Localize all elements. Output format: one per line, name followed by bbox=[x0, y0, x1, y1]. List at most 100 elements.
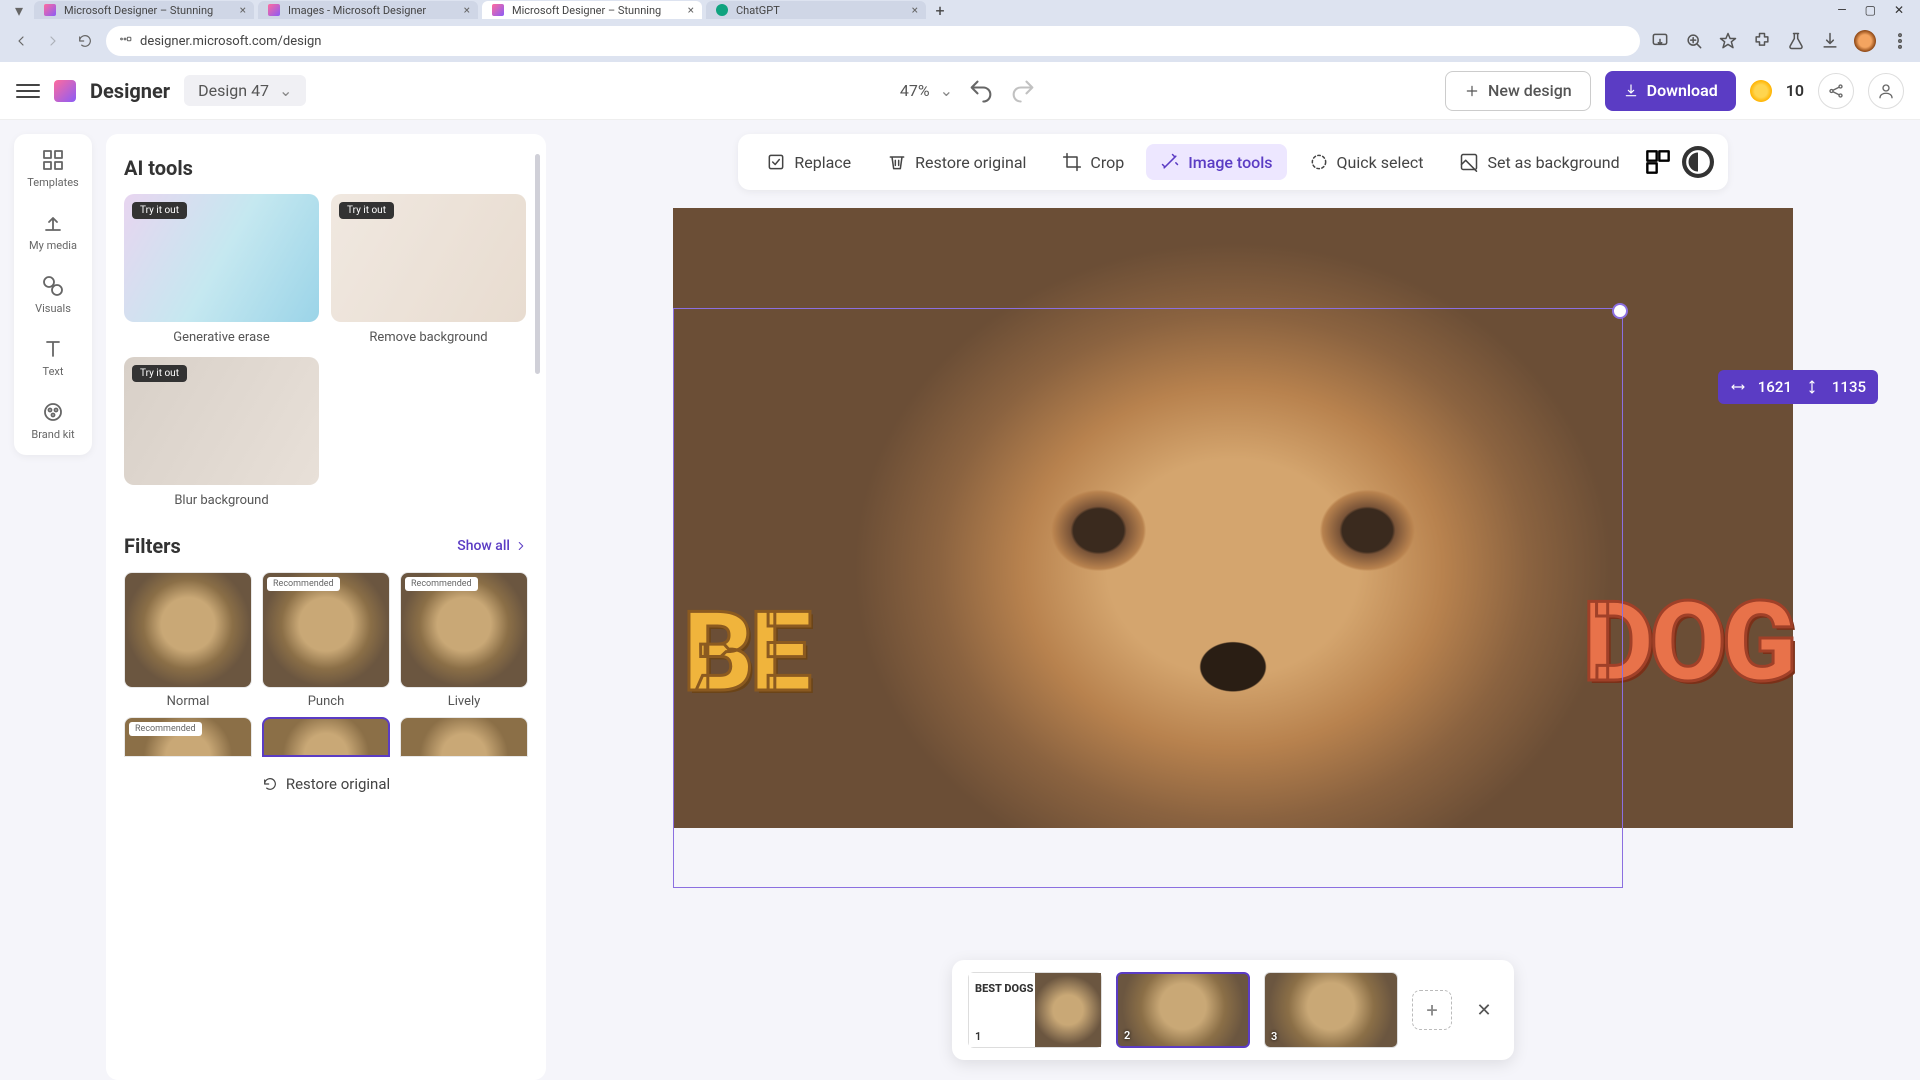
set-background-button[interactable]: Set as background bbox=[1445, 144, 1633, 180]
filter-option[interactable] bbox=[400, 717, 528, 757]
filter-option-selected[interactable] bbox=[262, 717, 390, 757]
reload-icon[interactable] bbox=[74, 30, 96, 52]
rail-text[interactable]: Text bbox=[41, 337, 65, 378]
dimensions-badge: 1621 1135 bbox=[1718, 370, 1878, 404]
new-design-label: New design bbox=[1488, 81, 1572, 100]
tab-dropdown-icon[interactable]: ▾ bbox=[8, 0, 30, 21]
rail-my-media[interactable]: My media bbox=[29, 211, 77, 252]
selection-box[interactable] bbox=[673, 308, 1623, 888]
close-icon[interactable]: × bbox=[240, 3, 246, 17]
profile-avatar-icon[interactable] bbox=[1854, 30, 1876, 52]
design-canvas[interactable]: BE DOG 1621 1135 bbox=[673, 208, 1793, 828]
zoom-icon[interactable] bbox=[1684, 31, 1704, 51]
image-tools-button[interactable]: Image tools bbox=[1146, 144, 1286, 180]
install-icon[interactable] bbox=[1650, 31, 1670, 51]
templates-icon bbox=[41, 148, 65, 172]
quick-select-button[interactable]: Quick select bbox=[1295, 144, 1438, 180]
maximize-icon[interactable]: ▢ bbox=[1865, 3, 1876, 17]
filter-punch[interactable]: RecommendedPunch bbox=[262, 572, 390, 709]
close-icon[interactable]: × bbox=[464, 3, 470, 17]
canvas-area: Replace Restore original Crop Image tool… bbox=[546, 120, 1920, 1080]
site-info-icon[interactable] bbox=[118, 32, 132, 50]
designer-logo-icon bbox=[54, 80, 76, 102]
filter-lively[interactable]: RecommendedLively bbox=[400, 572, 528, 709]
contrast-icon[interactable] bbox=[1682, 146, 1714, 178]
favicon-icon bbox=[716, 4, 728, 16]
browser-tab-1[interactable]: Microsoft Designer – Stunning × bbox=[34, 1, 254, 19]
main-area: Templates My media Visuals Text Brand ki… bbox=[0, 120, 1920, 1080]
browser-tab-3-active[interactable]: Microsoft Designer – Stunning × bbox=[482, 1, 702, 19]
browser-toolbar: designer.microsoft.com/design bbox=[0, 20, 1920, 62]
tool-blur-background[interactable]: Try it out Blur background bbox=[124, 357, 319, 508]
chevron-down-icon: ⌄ bbox=[279, 81, 292, 100]
bookmark-icon[interactable] bbox=[1718, 31, 1738, 51]
download-label: Download bbox=[1647, 81, 1718, 100]
replace-button[interactable]: Replace bbox=[752, 144, 865, 180]
crop-icon bbox=[1062, 152, 1082, 172]
background-icon bbox=[1459, 152, 1479, 172]
page-thumb-2-active[interactable]: 2 bbox=[1116, 972, 1250, 1048]
forward-icon[interactable] bbox=[42, 30, 64, 52]
crop-button[interactable]: Crop bbox=[1048, 144, 1138, 180]
context-toolbar: Replace Restore original Crop Image tool… bbox=[738, 134, 1727, 190]
restore-original-button[interactable]: Restore original bbox=[873, 144, 1040, 180]
filter-thumb: Recommended bbox=[400, 572, 528, 688]
menu-icon[interactable] bbox=[1890, 31, 1910, 51]
tool-thumbnail: Try it out bbox=[124, 357, 319, 485]
tool-label: Blur background bbox=[174, 493, 268, 508]
color-picker-icon[interactable] bbox=[1642, 146, 1674, 178]
tool-generative-erase[interactable]: Try it out Generative erase bbox=[124, 194, 319, 345]
new-design-button[interactable]: New design bbox=[1445, 71, 1591, 111]
new-tab-button[interactable]: + bbox=[930, 0, 950, 20]
labs-icon[interactable] bbox=[1786, 31, 1806, 51]
tool-remove-background[interactable]: Try it out Remove background bbox=[331, 194, 526, 345]
minimize-icon[interactable]: — bbox=[1837, 3, 1846, 17]
magic-icon bbox=[1160, 152, 1180, 172]
tool-label: Remove background bbox=[369, 330, 487, 345]
rail-visuals[interactable]: Visuals bbox=[35, 274, 71, 315]
browser-tabstrip: ▾ Microsoft Designer – Stunning × Images … bbox=[0, 0, 1920, 20]
rail-templates[interactable]: Templates bbox=[27, 148, 78, 189]
tab-title: Microsoft Designer – Stunning bbox=[64, 4, 213, 17]
close-icon[interactable]: × bbox=[912, 3, 918, 17]
zoom-control[interactable]: 47% ⌄ bbox=[900, 81, 953, 100]
back-icon[interactable] bbox=[10, 30, 32, 52]
close-window-icon[interactable]: ✕ bbox=[1894, 3, 1904, 17]
redo-icon[interactable] bbox=[1009, 77, 1037, 105]
selection-width: 1621 bbox=[1758, 378, 1792, 396]
close-icon[interactable]: × bbox=[688, 3, 694, 17]
brand-name: Designer bbox=[90, 79, 170, 103]
close-strip-icon[interactable]: ✕ bbox=[1470, 996, 1498, 1024]
chevron-down-icon: ⌄ bbox=[940, 81, 953, 100]
height-icon bbox=[1804, 379, 1820, 395]
credits-count[interactable]: 10 bbox=[1786, 81, 1804, 100]
rail-brand-kit[interactable]: Brand kit bbox=[31, 400, 74, 441]
address-bar[interactable]: designer.microsoft.com/design bbox=[106, 26, 1640, 56]
add-page-button[interactable]: + bbox=[1412, 990, 1452, 1030]
filter-option[interactable]: Recommended bbox=[124, 717, 252, 757]
filter-normal[interactable]: Normal bbox=[124, 572, 252, 709]
account-icon[interactable] bbox=[1868, 73, 1904, 109]
replace-icon bbox=[766, 152, 786, 172]
browser-tab-2[interactable]: Images - Microsoft Designer× bbox=[258, 1, 478, 19]
design-name-dropdown[interactable]: Design 47 ⌄ bbox=[184, 75, 306, 106]
hamburger-icon[interactable] bbox=[16, 79, 40, 103]
tool-thumbnail: Try it out bbox=[331, 194, 526, 322]
download-button[interactable]: Download bbox=[1605, 71, 1736, 111]
window-controls: — ▢ ✕ bbox=[1837, 3, 1912, 17]
text-icon bbox=[41, 337, 65, 361]
share-icon[interactable] bbox=[1818, 73, 1854, 109]
show-all-link[interactable]: Show all bbox=[457, 538, 528, 554]
filters-title: Filters bbox=[124, 534, 181, 558]
restore-original-link[interactable]: Restore original bbox=[124, 775, 528, 793]
tab-title: Microsoft Designer – Stunning bbox=[512, 4, 661, 17]
favicon-icon bbox=[44, 4, 56, 16]
page-thumb-3[interactable]: 3 bbox=[1264, 972, 1398, 1048]
extensions-icon[interactable] bbox=[1752, 31, 1772, 51]
downloads-icon[interactable] bbox=[1820, 31, 1840, 51]
design-name-text: Design 47 bbox=[198, 81, 269, 100]
page-thumb-1[interactable]: BEST DOGS TAILS1 bbox=[968, 972, 1102, 1048]
undo-icon[interactable] bbox=[967, 77, 995, 105]
upload-icon bbox=[41, 211, 65, 235]
browser-tab-4[interactable]: ChatGPT× bbox=[706, 1, 926, 19]
